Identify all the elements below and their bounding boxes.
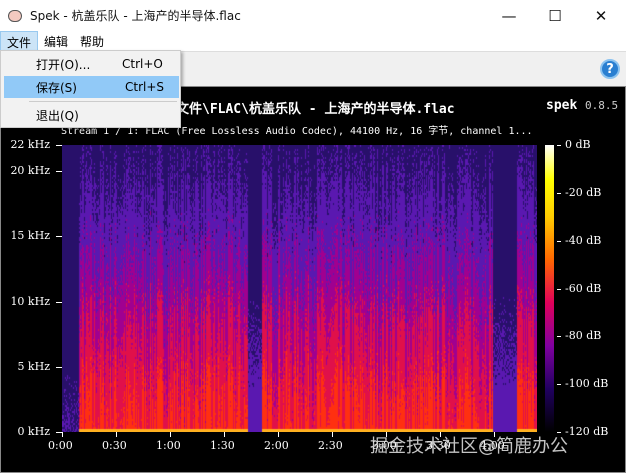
- db-label: -20 dB: [565, 185, 602, 199]
- file-path: 文件\FLAC\杭盖乐队 - 上海产的半导体.flac: [176, 102, 455, 117]
- menu-bar: 文件 编辑 帮助: [0, 31, 626, 51]
- spectrogram-canvas: [62, 145, 537, 432]
- menu-separator: [29, 101, 177, 102]
- freq-tick: [56, 145, 62, 146]
- db-tick: [557, 240, 561, 242]
- freq-label: 20 kHz: [10, 164, 50, 178]
- menu-file[interactable]: 文件: [0, 31, 39, 51]
- file-menu-dropdown: 打开(O)... Ctrl+O 保存(S) Ctrl+S 退出(Q): [0, 50, 181, 128]
- time-label: 1:30: [210, 439, 235, 452]
- time-label: 2:30: [318, 439, 343, 452]
- freq-label: 0 kHz: [17, 425, 50, 438]
- time-tick: [224, 432, 225, 437]
- watermark: 掘金技术社区@简鹿办公: [370, 436, 568, 457]
- app-icon: [8, 9, 22, 22]
- db-tick: [557, 336, 561, 338]
- time-tick: [278, 432, 279, 437]
- time-label: 0:00: [48, 439, 73, 452]
- time-label: 1:00: [156, 439, 181, 452]
- db-color-bar: [545, 145, 554, 432]
- shortcut: Ctrl+O: [122, 57, 163, 71]
- menu-help[interactable]: 帮助: [74, 31, 110, 51]
- freq-tick: [56, 366, 62, 368]
- db-label: -80 dB: [565, 329, 602, 343]
- time-label: 2:00: [264, 439, 289, 452]
- shortcut: Ctrl+S: [125, 80, 165, 94]
- maximize-button[interactable]: ☐: [532, 0, 578, 31]
- freq-label: 10 kHz: [10, 294, 50, 308]
- db-label: -100 dB: [565, 377, 609, 391]
- minimize-button[interactable]: —: [486, 0, 532, 31]
- window-title: Spek - 杭盖乐队 - 上海产的半导体.flac: [30, 9, 241, 23]
- label: 保存(S): [36, 80, 77, 95]
- label: 打开(O)...: [36, 57, 91, 72]
- db-tick: [557, 288, 561, 290]
- menu-item-save[interactable]: 保存(S) Ctrl+S: [4, 76, 179, 98]
- close-button[interactable]: ✕: [578, 0, 624, 31]
- time-tick: [62, 432, 63, 437]
- freq-label: 5 kHz: [17, 359, 50, 373]
- freq-label: 22 kHz: [10, 138, 50, 151]
- db-tick: [557, 145, 561, 146]
- db-tick: [557, 384, 561, 386]
- db-tick: [557, 192, 561, 194]
- label: 退出(Q): [36, 108, 79, 123]
- menu-item-quit[interactable]: 退出(Q): [4, 104, 179, 126]
- freq-tick: [56, 236, 62, 238]
- help-icon[interactable]: ?: [600, 59, 620, 79]
- time-tick: [170, 432, 171, 437]
- time-label: 0:30: [102, 439, 127, 452]
- app-name: spek: [546, 98, 578, 113]
- freq-tick: [56, 301, 62, 303]
- db-label: -40 dB: [565, 233, 602, 247]
- menu-item-open[interactable]: 打开(O)... Ctrl+O: [4, 53, 179, 75]
- freq-label: 15 kHz: [10, 229, 50, 243]
- app-version: 0.8.5: [585, 99, 619, 112]
- db-label: -60 dB: [565, 281, 602, 295]
- spectrogram-view: 文件\FLAC\杭盖乐队 - 上海产的半导体.flac spek 0.8.5 S…: [0, 86, 626, 473]
- time-tick: [116, 432, 117, 437]
- title-bar: Spek - 杭盖乐队 - 上海产的半导体.flac — ☐ ✕: [0, 0, 626, 31]
- db-label: 0 dB: [565, 138, 591, 151]
- db-label: -120 dB: [565, 425, 609, 438]
- menu-edit[interactable]: 编辑: [38, 31, 74, 51]
- freq-tick: [56, 171, 62, 173]
- time-tick: [332, 432, 333, 437]
